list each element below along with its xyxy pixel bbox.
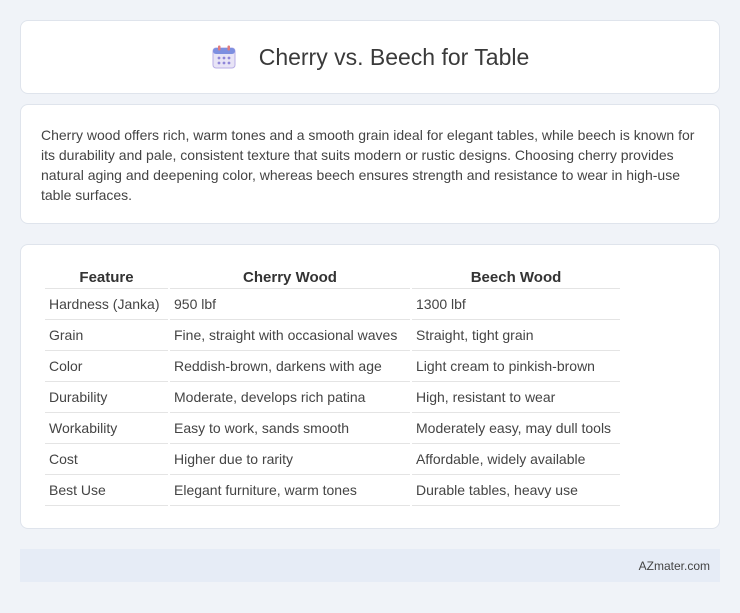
intro-paragraph: Cherry wood offers rich, warm tones and … bbox=[41, 127, 695, 203]
table-header-row: Feature Cherry Wood Beech Wood bbox=[45, 265, 620, 289]
page-title: Cherry vs. Beech for Table bbox=[258, 43, 530, 70]
cherry-cell: Moderate, develops rich patina bbox=[170, 382, 410, 413]
beech-cell: Affordable, widely available bbox=[412, 444, 620, 475]
header-card: Cherry vs. Beech for Table bbox=[20, 20, 720, 94]
table-row: Cost Higher due to rarity Affordable, wi… bbox=[45, 444, 620, 475]
beech-cell: 1300 lbf bbox=[412, 289, 620, 320]
footer: AZmater.com bbox=[20, 549, 720, 582]
feature-cell: Workability bbox=[45, 413, 168, 444]
table-row: Best Use Elegant furniture, warm tones D… bbox=[45, 475, 620, 506]
beech-cell: Light cream to pinkish-brown bbox=[412, 351, 620, 382]
feature-cell: Cost bbox=[45, 444, 168, 475]
cherry-cell: Elegant furniture, warm tones bbox=[170, 475, 410, 506]
beech-cell: High, resistant to wear bbox=[412, 382, 620, 413]
header-beech: Beech Wood bbox=[412, 265, 620, 289]
cherry-cell: Reddish-brown, darkens with age bbox=[170, 351, 410, 382]
cherry-cell: Fine, straight with occasional waves bbox=[170, 320, 410, 351]
intro-card: Cherry wood offers rich, warm tones and … bbox=[20, 104, 720, 224]
feature-cell: Grain bbox=[45, 320, 168, 351]
cherry-cell: Higher due to rarity bbox=[170, 444, 410, 475]
comparison-card: Feature Cherry Wood Beech Wood Hardness … bbox=[20, 244, 720, 529]
cherry-cell: Easy to work, sands smooth bbox=[170, 413, 410, 444]
table-row: Hardness (Janka) 950 lbf 1300 lbf bbox=[45, 289, 620, 320]
header-feature: Feature bbox=[45, 265, 168, 289]
feature-cell: Best Use bbox=[45, 475, 168, 506]
beech-cell: Moderately easy, may dull tools bbox=[412, 413, 620, 444]
feature-cell: Durability bbox=[45, 382, 168, 413]
cherry-cell: 950 lbf bbox=[170, 289, 410, 320]
feature-cell: Hardness (Janka) bbox=[45, 289, 168, 320]
header: Cherry vs. Beech for Table bbox=[211, 43, 530, 71]
table-row: Durability Moderate, develops rich patin… bbox=[45, 382, 620, 413]
table-row: Color Reddish-brown, darkens with age Li… bbox=[45, 351, 620, 382]
calendar-icon bbox=[211, 44, 237, 70]
beech-cell: Durable tables, heavy use bbox=[412, 475, 620, 506]
feature-cell: Color bbox=[45, 351, 168, 382]
header-cherry: Cherry Wood bbox=[170, 265, 410, 289]
footer-brand[interactable]: AZmater.com bbox=[639, 559, 710, 573]
table-row: Grain Fine, straight with occasional wav… bbox=[45, 320, 620, 351]
table-row: Workability Easy to work, sands smooth M… bbox=[45, 413, 620, 444]
beech-cell: Straight, tight grain bbox=[412, 320, 620, 351]
comparison-table: Feature Cherry Wood Beech Wood Hardness … bbox=[43, 265, 622, 506]
